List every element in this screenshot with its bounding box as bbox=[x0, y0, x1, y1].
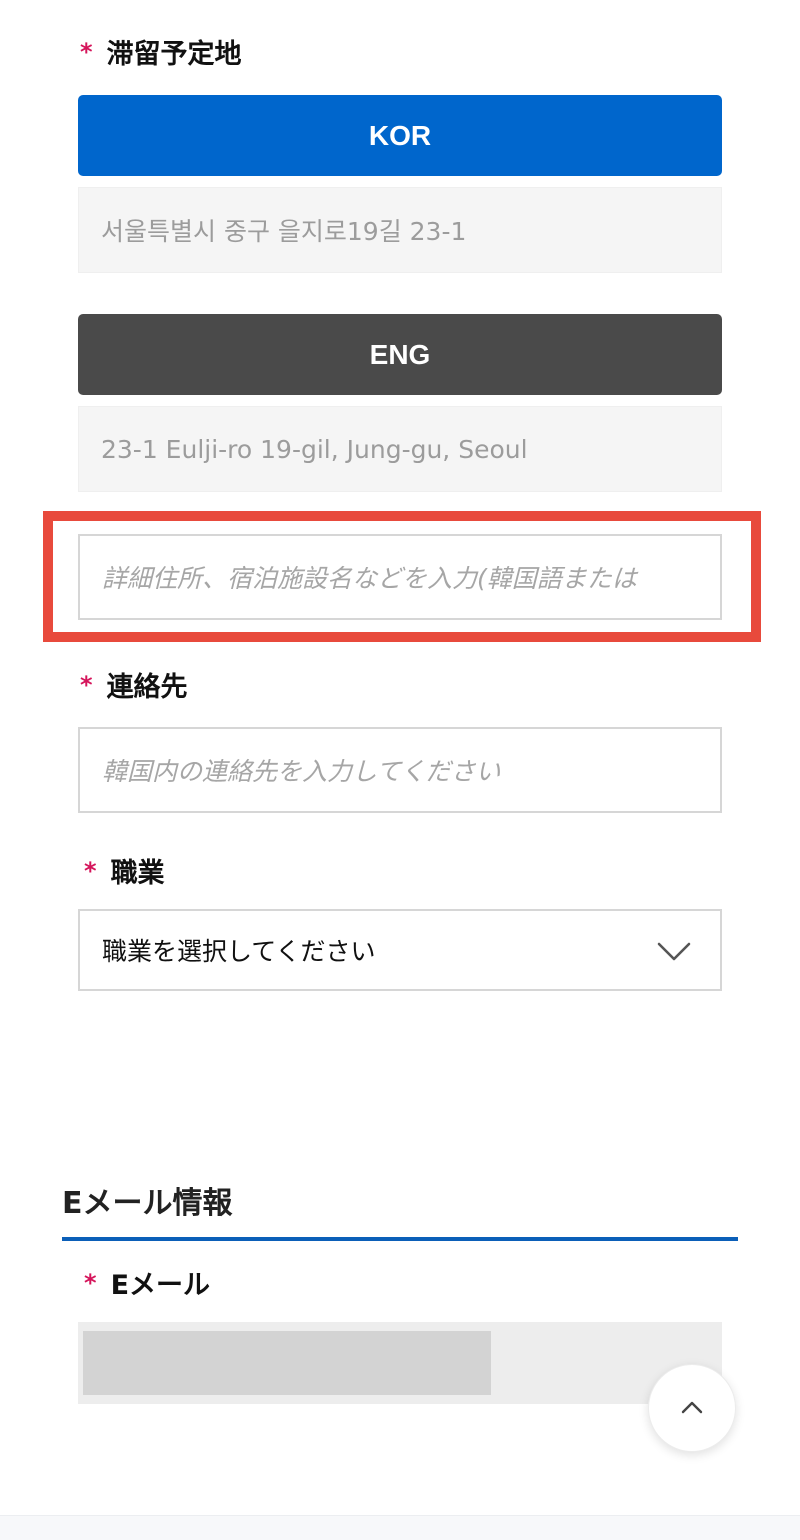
kor-address-value: 서울특별시 중구 을지로19길 23-1 bbox=[101, 217, 467, 246]
eng-address-field: 23-1 Eulji-ro 19-gil, Jung-gu, Seoul bbox=[78, 406, 722, 492]
occupation-label: * 職業 bbox=[84, 851, 165, 890]
eng-address-button[interactable]: ENG bbox=[78, 314, 722, 395]
kor-address-button[interactable]: KOR bbox=[78, 95, 722, 176]
required-marker: * bbox=[84, 856, 97, 885]
required-marker: * bbox=[80, 37, 93, 66]
eng-button-label: ENG bbox=[369, 338, 431, 370]
email-label: * Eメール bbox=[84, 1263, 210, 1302]
contact-label: * 連絡先 bbox=[80, 665, 188, 704]
detail-address-input[interactable]: 詳細住所、宿泊施設名などを入力(韓国語または bbox=[78, 534, 722, 620]
scroll-top-button[interactable] bbox=[648, 1364, 736, 1452]
occupation-select-value: 職業を選択してください bbox=[102, 937, 376, 966]
eng-address-value: 23-1 Eulji-ro 19-gil, Jung-gu, Seoul bbox=[101, 434, 528, 464]
required-marker: * bbox=[80, 670, 93, 699]
chevron-down-icon bbox=[657, 942, 691, 961]
kor-address-field: 서울특별시 중구 을지로19길 23-1 bbox=[78, 187, 722, 273]
required-marker: * bbox=[84, 1268, 97, 1297]
bottom-bar bbox=[0, 1515, 800, 1540]
contact-placeholder: 韓国内の連絡先を入力してください bbox=[102, 757, 501, 786]
contact-input[interactable]: 韓国内の連絡先を入力してください bbox=[78, 727, 722, 813]
detail-address-placeholder: 詳細住所、宿泊施設名などを入力(韓国語または bbox=[102, 564, 637, 593]
stay-address-label-text: 滞留予定地 bbox=[106, 39, 242, 70]
occupation-label-text: 職業 bbox=[110, 858, 165, 889]
section-divider bbox=[62, 1237, 738, 1241]
chevron-up-icon bbox=[681, 1401, 703, 1414]
email-section-title: Eメール情報 bbox=[62, 1186, 233, 1221]
contact-label-text: 連絡先 bbox=[106, 672, 188, 703]
stay-address-label: * 滞留予定地 bbox=[80, 32, 242, 71]
kor-button-label: KOR bbox=[368, 119, 432, 151]
email-label-text: Eメール bbox=[110, 1270, 211, 1301]
email-redacted-block bbox=[83, 1331, 491, 1395]
occupation-select[interactable]: 職業を選択してください bbox=[78, 909, 722, 991]
